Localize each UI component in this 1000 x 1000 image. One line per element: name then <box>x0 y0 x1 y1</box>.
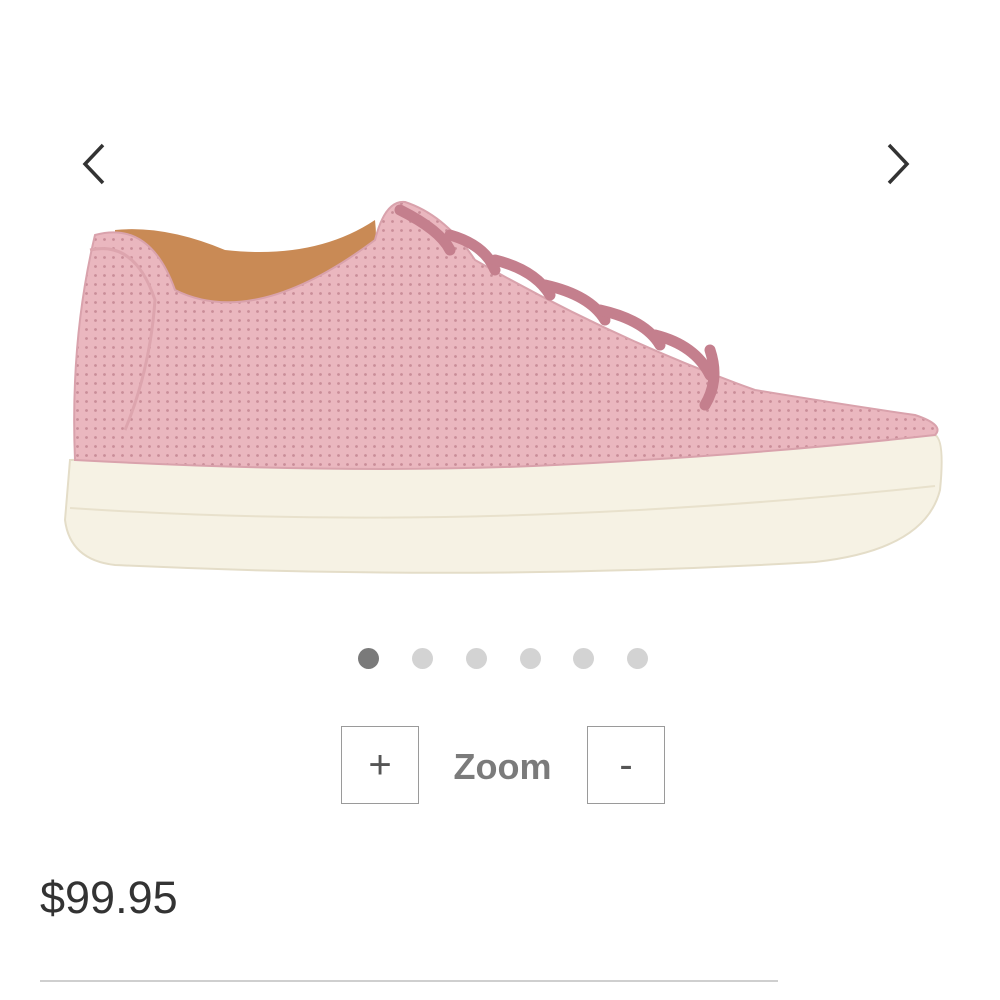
zoom-in-button[interactable]: + <box>341 726 419 804</box>
previous-image-button[interactable] <box>72 138 116 190</box>
pagination-dot[interactable] <box>358 648 379 669</box>
divider <box>40 980 778 982</box>
pagination-dot[interactable] <box>466 648 487 669</box>
zoom-out-button[interactable]: - <box>587 726 665 804</box>
zoom-label: Zoom <box>453 746 552 787</box>
pagination-dot[interactable] <box>573 648 594 669</box>
pagination-dot[interactable] <box>520 648 541 669</box>
image-pagination <box>0 648 1000 670</box>
product-image-gallery <box>0 0 1000 640</box>
chevron-right-icon <box>887 143 910 185</box>
pagination-dot[interactable] <box>627 648 648 669</box>
chevron-left-icon <box>82 143 105 185</box>
zoom-controls: + Zoom - <box>0 726 1000 806</box>
pagination-dot[interactable] <box>412 648 433 669</box>
product-image[interactable] <box>55 190 955 620</box>
product-price: $99.95 <box>40 872 178 923</box>
next-image-button[interactable] <box>876 138 920 190</box>
